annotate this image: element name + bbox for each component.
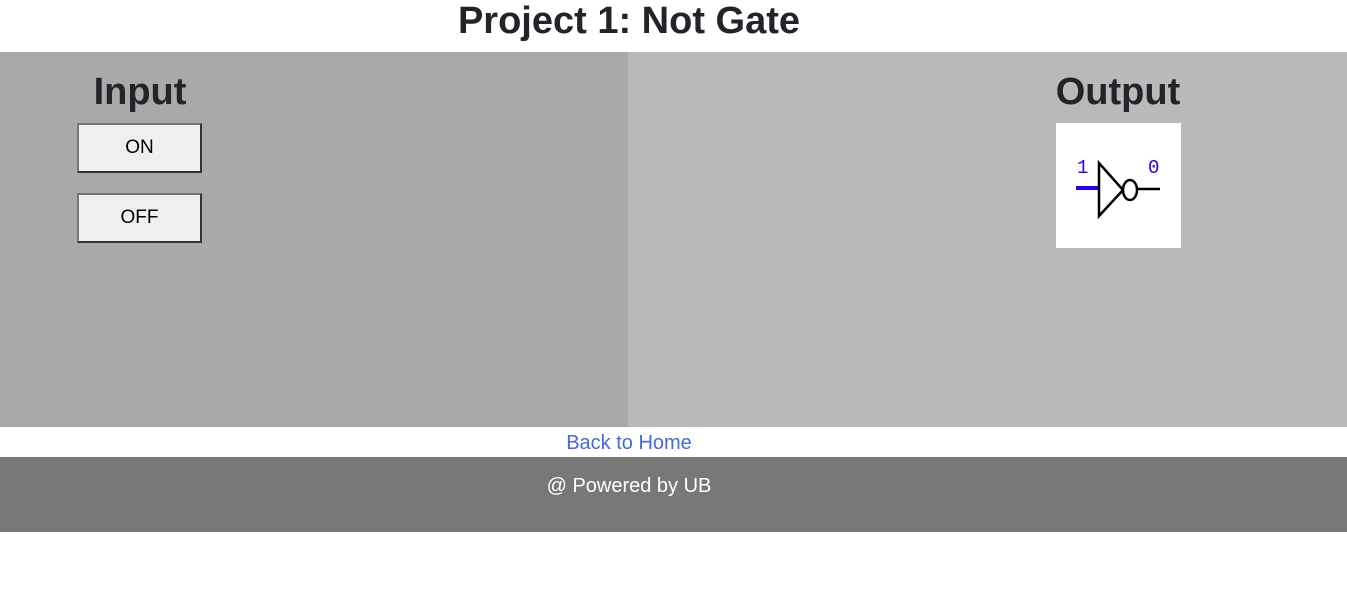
- gate-triangle-icon: [1097, 159, 1125, 220]
- output-heading: Output: [1055, 71, 1181, 113]
- page-title: Project 1: Not Gate: [457, 0, 801, 42]
- footer: @ Powered by UB: [0, 457, 1347, 532]
- back-to-home-link[interactable]: Back to Home: [0, 429, 1258, 457]
- not-gate-diagram: 1 0: [1076, 157, 1160, 220]
- input-heading: Input: [93, 71, 187, 113]
- output-value-label: 0: [1148, 157, 1159, 179]
- input-value-label: 1: [1077, 157, 1088, 179]
- output-panel: Output 1 0: [628, 52, 1347, 427]
- footer-text: @ Powered by UB: [546, 475, 712, 497]
- gate-bubble-icon: [1121, 178, 1139, 202]
- on-button[interactable]: ON: [77, 123, 202, 173]
- input-panel: Input ON OFF: [0, 52, 628, 427]
- not-gate-icon: 1 0: [1056, 123, 1181, 248]
- off-button[interactable]: OFF: [77, 193, 202, 243]
- logic-panels: Input ON OFF Output 1 0: [0, 52, 1347, 427]
